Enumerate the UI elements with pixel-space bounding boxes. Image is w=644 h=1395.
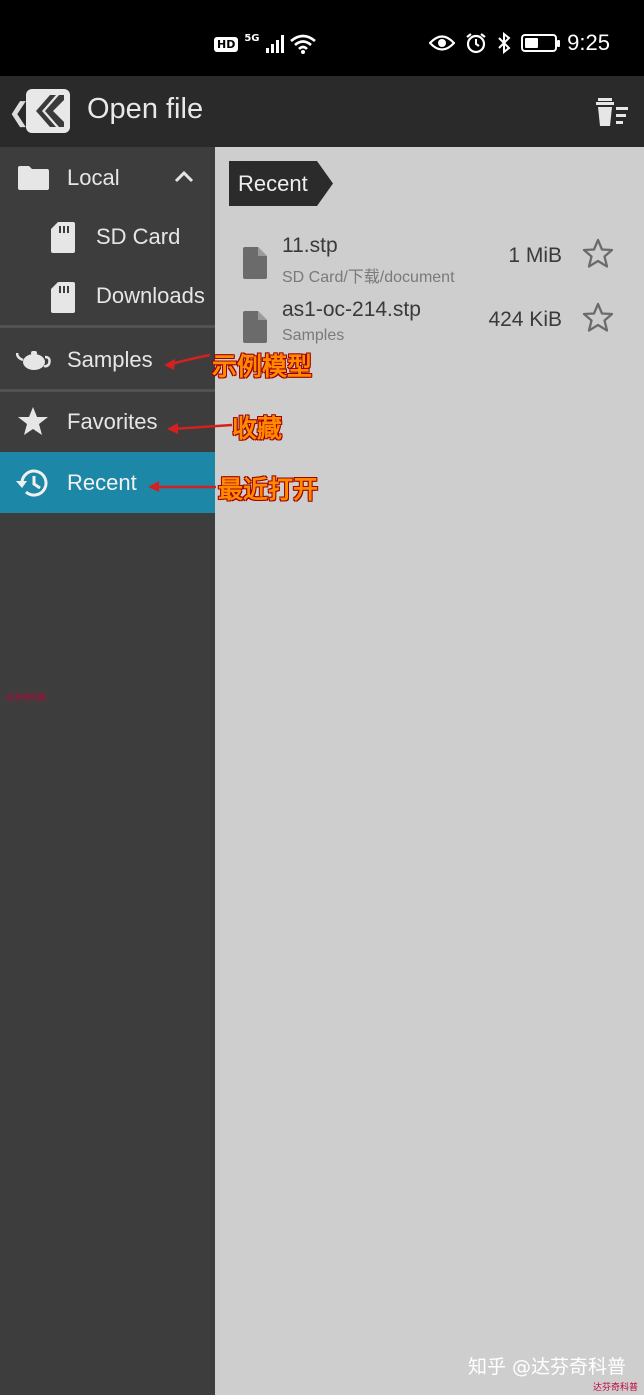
annotation-samples: 示例模型 <box>212 352 313 381</box>
annotation-arrows <box>148 353 233 492</box>
annotation-recent: 最近打开 <box>218 475 319 504</box>
annotation-favorites: 收藏 <box>232 414 283 443</box>
